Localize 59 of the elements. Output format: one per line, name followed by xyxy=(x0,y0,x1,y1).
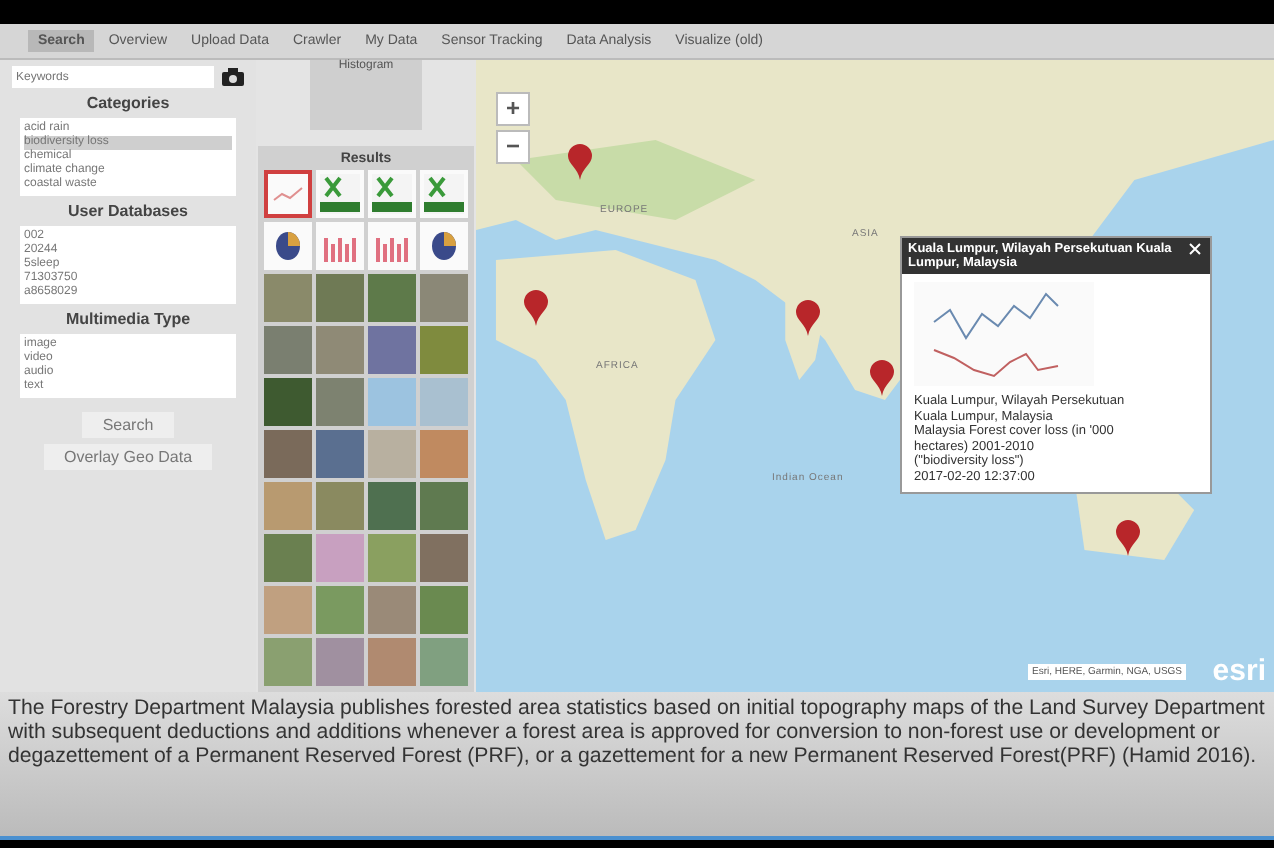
photo-placeholder[interactable] xyxy=(316,586,364,634)
photo-placeholder[interactable] xyxy=(420,326,468,374)
pie-chart-icon xyxy=(274,230,302,262)
photo-placeholder[interactable] xyxy=(316,378,364,426)
photo-placeholder[interactable] xyxy=(264,430,312,478)
photo-placeholder[interactable] xyxy=(368,586,416,634)
camera-icon[interactable] xyxy=(222,68,244,86)
photo-placeholder[interactable] xyxy=(368,378,416,426)
result-thumbnail[interactable] xyxy=(368,170,416,218)
section-heading: Multimedia Type xyxy=(63,310,193,328)
photo-placeholder[interactable] xyxy=(420,638,468,686)
result-thumbnail[interactable] xyxy=(316,222,364,270)
map-pin-icon[interactable] xyxy=(524,290,548,326)
map-pin-icon[interactable] xyxy=(1116,520,1140,556)
photo-placeholder[interactable] xyxy=(420,586,468,634)
section-heading: Categories xyxy=(84,94,172,112)
zoom-out-button[interactable]: − xyxy=(496,130,530,164)
photo-placeholder[interactable] xyxy=(316,430,364,478)
photo-placeholder[interactable] xyxy=(368,326,416,374)
result-thumbnail[interactable] xyxy=(368,222,416,270)
photo-placeholder[interactable] xyxy=(316,326,364,374)
zoom-in-button[interactable]: + xyxy=(496,92,530,126)
photo-placeholder[interactable] xyxy=(264,378,312,426)
map-pin-icon[interactable] xyxy=(870,360,894,396)
overlay-button[interactable]: Overlay Geo Data xyxy=(43,444,213,470)
close-button[interactable] xyxy=(1186,242,1204,260)
photo-placeholder[interactable] xyxy=(368,638,416,686)
spreadsheet-icon xyxy=(424,174,464,214)
result-thumbnail[interactable] xyxy=(420,170,468,218)
photo-placeholder[interactable] xyxy=(420,482,468,530)
result-thumbnail[interactable] xyxy=(316,170,364,218)
photo-placeholder[interactable] xyxy=(420,430,468,478)
map-pin-icon[interactable] xyxy=(568,144,592,180)
photo-placeholder[interactable] xyxy=(316,482,364,530)
photo-placeholder[interactable] xyxy=(264,638,312,686)
spreadsheet-icon xyxy=(372,174,412,214)
photo-placeholder[interactable] xyxy=(316,638,364,686)
result-thumbnail[interactable] xyxy=(264,170,312,218)
caption-text: The Forestry Department Malaysia publishes forested area statistics based on initial topography maps of the Land Survey Department with subsequent deductions and additions whenever a forest area is approved for conversion to non-forest use or development or degazettement of a Permanent Reserved Forest (PRF), or a gazettement for a new Permanent Reserved Forest(PRF) (Hamid 2016). xyxy=(0,692,1274,836)
photo-placeholder[interactable] xyxy=(420,378,468,426)
photo-placeholder[interactable] xyxy=(368,534,416,582)
result-thumbnail[interactable] xyxy=(420,222,468,270)
photo-placeholder[interactable] xyxy=(420,534,468,582)
photo-placeholder[interactable] xyxy=(316,534,364,582)
search-button[interactable]: Search xyxy=(82,412,174,438)
pie-chart-icon xyxy=(430,230,458,262)
spreadsheet-icon xyxy=(320,174,360,214)
photo-placeholder[interactable] xyxy=(264,326,312,374)
photo-placeholder[interactable] xyxy=(368,430,416,478)
line-chart-icon xyxy=(272,182,304,206)
photo-placeholder[interactable] xyxy=(368,482,416,530)
photo-placeholder[interactable] xyxy=(264,534,312,582)
photo-placeholder[interactable] xyxy=(264,482,312,530)
map-pin-icon[interactable] xyxy=(796,300,820,336)
result-thumbnail[interactable] xyxy=(264,222,312,270)
section-heading: User Databases xyxy=(65,202,191,220)
close-icon[interactable] xyxy=(1188,242,1202,256)
photo-placeholder[interactable] xyxy=(264,586,312,634)
map-logo: esri xyxy=(1212,654,1266,688)
